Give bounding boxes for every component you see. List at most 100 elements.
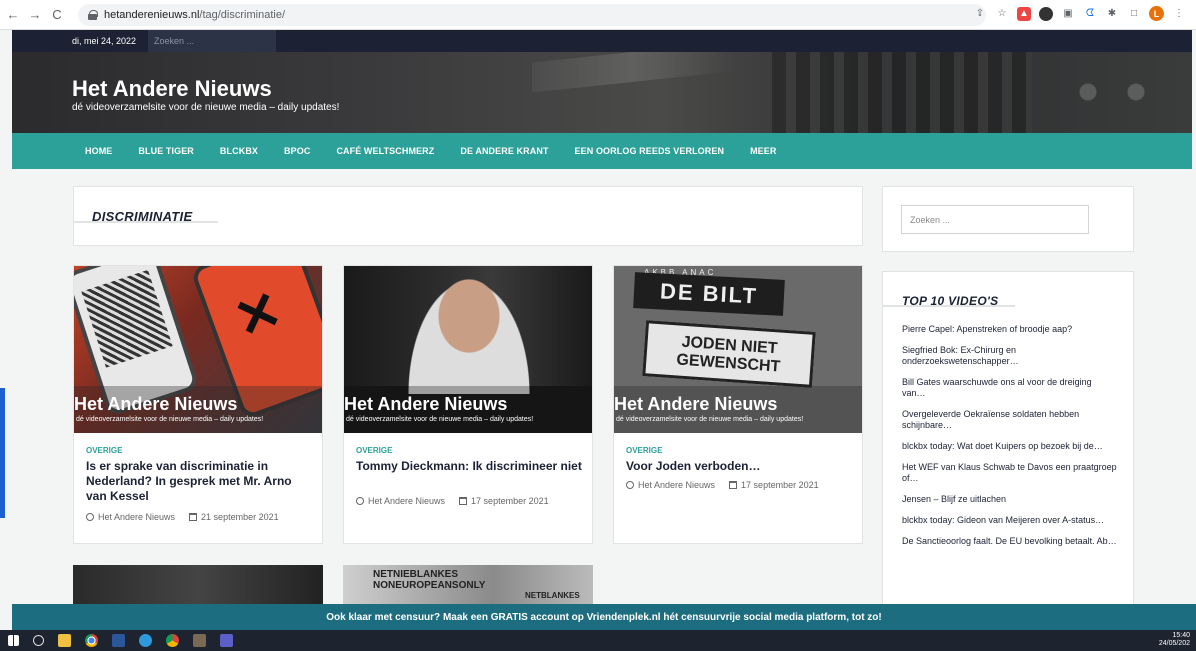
author-icon — [626, 481, 634, 489]
puzzle-icon[interactable]: ✱ — [1105, 7, 1119, 21]
post-card[interactable]: Het Andere Nieuws dé videoverzamelsite v… — [343, 265, 593, 544]
post-meta: Het Andere Nieuws 17 september 2021 — [626, 480, 819, 490]
overlay-title: Het Andere Nieuws — [74, 394, 238, 414]
person-graphic — [404, 274, 534, 394]
post-category[interactable]: OVERIGE — [626, 446, 662, 455]
post-meta: Het Andere Nieuws 17 september 2021 — [356, 496, 549, 506]
post-date[interactable]: 17 september 2021 — [471, 496, 549, 506]
overlay-subtitle: dé videoverzamelsite voor de nieuwe medi… — [616, 416, 804, 423]
sign-text: NETNIEBLANKES NONEUROPEANSONLY — [373, 569, 485, 591]
top10-item[interactable]: blckbx today: Gideon van Meijeren over A… — [902, 515, 1117, 526]
top10-item[interactable]: Pierre Capel: Apenstreken of broodje aap… — [902, 324, 1117, 335]
post-author[interactable]: Het Andere Nieuws — [98, 512, 175, 522]
post-date[interactable]: 21 september 2021 — [201, 512, 279, 522]
chrome-icon[interactable] — [85, 634, 98, 647]
top10-item[interactable]: Overgeleverde Oekraïense soldaten hebben… — [902, 409, 1117, 431]
top-bar: di, mei 24, 2022 Zoeken ... — [12, 30, 1192, 52]
post-title[interactable]: Tommy Dieckmann: Ik discrimineer niet — [356, 459, 584, 474]
post-card[interactable]: NETNIEBLANKES NONEUROPEANSONLY NETBLANKE… — [343, 565, 593, 605]
extension-c-icon[interactable]: ᗧ — [1083, 7, 1097, 21]
sidebar-search-input[interactable]: Zoeken ... — [901, 205, 1089, 234]
calendar-icon — [729, 481, 738, 489]
site-title[interactable]: Het Andere Nieuws — [72, 76, 272, 102]
sidebar-search-widget: Zoeken ... — [882, 186, 1134, 252]
share-icon[interactable]: ⇪ — [973, 7, 987, 21]
chrome-alt-icon[interactable] — [166, 634, 179, 647]
top10-item[interactable]: De Sanctieoorlog faalt. De EU bevolking … — [902, 536, 1117, 547]
page-title: DISCRIMINATIE — [92, 209, 193, 224]
post-category[interactable]: OVERIGE — [356, 446, 392, 455]
post-title[interactable]: Voor Joden verboden… — [626, 459, 854, 474]
menu-dots-icon[interactable]: ⋮ — [1172, 7, 1186, 21]
post-thumbnail[interactable]: Het Andere Nieuws dé videoverzamelsite v… — [344, 266, 592, 433]
file-explorer-icon[interactable] — [58, 634, 71, 647]
nav-item-blue-tiger[interactable]: BLUE TIGER — [138, 146, 194, 156]
url-host: hetanderenieuws.nl — [104, 9, 200, 21]
header-background-image — [532, 52, 732, 93]
top10-item[interactable]: blckbx today: Wat doet Kuipers op bezoek… — [902, 441, 1117, 452]
header-knobs-decoration — [1052, 62, 1172, 122]
overlay-title: Het Andere Nieuws — [344, 394, 508, 414]
top10-item[interactable]: Siegfried Bok: Ex-Chirurg en onderzoeksw… — [902, 345, 1117, 367]
site-header: Het Andere Nieuws dé videoverzamelsite v… — [12, 52, 1192, 133]
main-navigation: HOME BLUE TIGER BLCKBX BPOC CAFÉ WELTSCH… — [12, 133, 1192, 169]
nav-item-blckbx[interactable]: BLCKBX — [220, 146, 258, 156]
sign-line-2: NONEUROPEANSONLY — [373, 580, 486, 591]
windows-start-icon[interactable] — [8, 635, 19, 646]
header-equipment-decoration — [772, 52, 1032, 133]
post-card[interactable]: AKBB ANAC DE BILT JODEN NIET GEWENSCHT H… — [613, 265, 863, 544]
edge-icon[interactable] — [139, 634, 152, 647]
post-thumbnail[interactable] — [73, 565, 323, 605]
gimp-icon[interactable] — [193, 634, 206, 647]
post-date[interactable]: 17 september 2021 — [741, 480, 819, 490]
post-author[interactable]: Het Andere Nieuws — [638, 480, 715, 490]
sidepanel-icon[interactable]: □ — [1127, 7, 1141, 21]
calendar-icon — [189, 513, 198, 521]
post-title[interactable]: Is er sprake van discriminatie in Nederl… — [86, 459, 314, 504]
extension-square-icon[interactable]: ▣ — [1061, 7, 1075, 21]
reload-icon[interactable]: C — [48, 6, 66, 24]
teams-icon[interactable] — [220, 634, 233, 647]
top10-title: TOP 10 VIDEO'S — [902, 294, 999, 308]
post-author[interactable]: Het Andere Nieuws — [368, 496, 445, 506]
post-card[interactable]: ✕ Het Andere Nieuws dé videoverzamelsite… — [73, 265, 323, 544]
nav-item-de-andere-krant[interactable]: DE ANDERE KRANT — [460, 146, 548, 156]
top10-item[interactable]: Het WEF van Klaus Schwab te Davos een pr… — [902, 462, 1117, 484]
top10-item[interactable]: Jensen – Blijf ze uitlachen — [902, 494, 1117, 505]
overlay-title: Het Andere Nieuws — [614, 394, 778, 414]
forward-icon[interactable]: → — [26, 6, 44, 24]
sign-joden: JODEN NIET GEWENSCHT — [642, 320, 816, 388]
post-thumbnail[interactable]: NETNIEBLANKES NONEUROPEANSONLY NETBLANKE… — [343, 565, 593, 605]
word-icon[interactable] — [112, 634, 125, 647]
overlay-subtitle: dé videoverzamelsite voor de nieuwe medi… — [76, 416, 264, 423]
tag-header-box: DISCRIMINATIE — [73, 186, 863, 246]
post-thumbnail[interactable]: ✕ Het Andere Nieuws dé videoverzamelsite… — [74, 266, 322, 433]
address-bar[interactable]: hetanderenieuws.nl/tag/discriminatie/ — [78, 4, 986, 26]
nav-item-cafe-weltschmerz[interactable]: CAFÉ WELTSCHMERZ — [336, 146, 434, 156]
post-card[interactable] — [73, 565, 323, 605]
browser-toolbar: ← → C hetanderenieuws.nl/tag/discriminat… — [0, 0, 1196, 30]
back-icon[interactable]: ← — [4, 6, 22, 24]
nav-item-bpoc[interactable]: BPOC — [284, 146, 310, 156]
sign-right-text: NETBLANKES — [525, 591, 580, 600]
extension-new-icon[interactable]: ▲ — [1017, 6, 1031, 21]
calendar-icon — [459, 497, 468, 505]
promo-banner[interactable]: Ook klaar met censuur? Maak een GRATIS a… — [12, 604, 1196, 630]
post-thumbnail[interactable]: AKBB ANAC DE BILT JODEN NIET GEWENSCHT H… — [614, 266, 862, 433]
extension-dark-icon[interactable] — [1039, 6, 1053, 21]
post-meta: Het Andere Nieuws 21 september 2021 — [86, 512, 279, 522]
nav-item-home[interactable]: HOME — [85, 146, 112, 156]
nav-item-meer[interactable]: MEER — [750, 146, 776, 156]
top-search-input[interactable]: Zoeken ... — [148, 30, 277, 52]
top10-widget: TOP 10 VIDEO'S Pierre Capel: Apenstreken… — [882, 271, 1134, 611]
clock-date: 24/05/202 — [1158, 640, 1190, 647]
top10-item[interactable]: Bill Gates waarschuwde ons al voor de dr… — [902, 377, 1117, 399]
top10-list: Pierre Capel: Apenstreken of broodje aap… — [902, 324, 1117, 557]
system-clock[interactable]: 15:40 24/05/202 — [1159, 632, 1190, 648]
nav-item-een-oorlog[interactable]: EEN OORLOG REEDS VERLOREN — [575, 146, 725, 156]
author-icon — [356, 497, 364, 505]
post-category[interactable]: OVERIGE — [86, 446, 122, 455]
star-icon[interactable]: ☆ — [995, 7, 1009, 21]
profile-avatar[interactable]: L — [1149, 6, 1164, 21]
search-icon[interactable] — [33, 635, 44, 646]
